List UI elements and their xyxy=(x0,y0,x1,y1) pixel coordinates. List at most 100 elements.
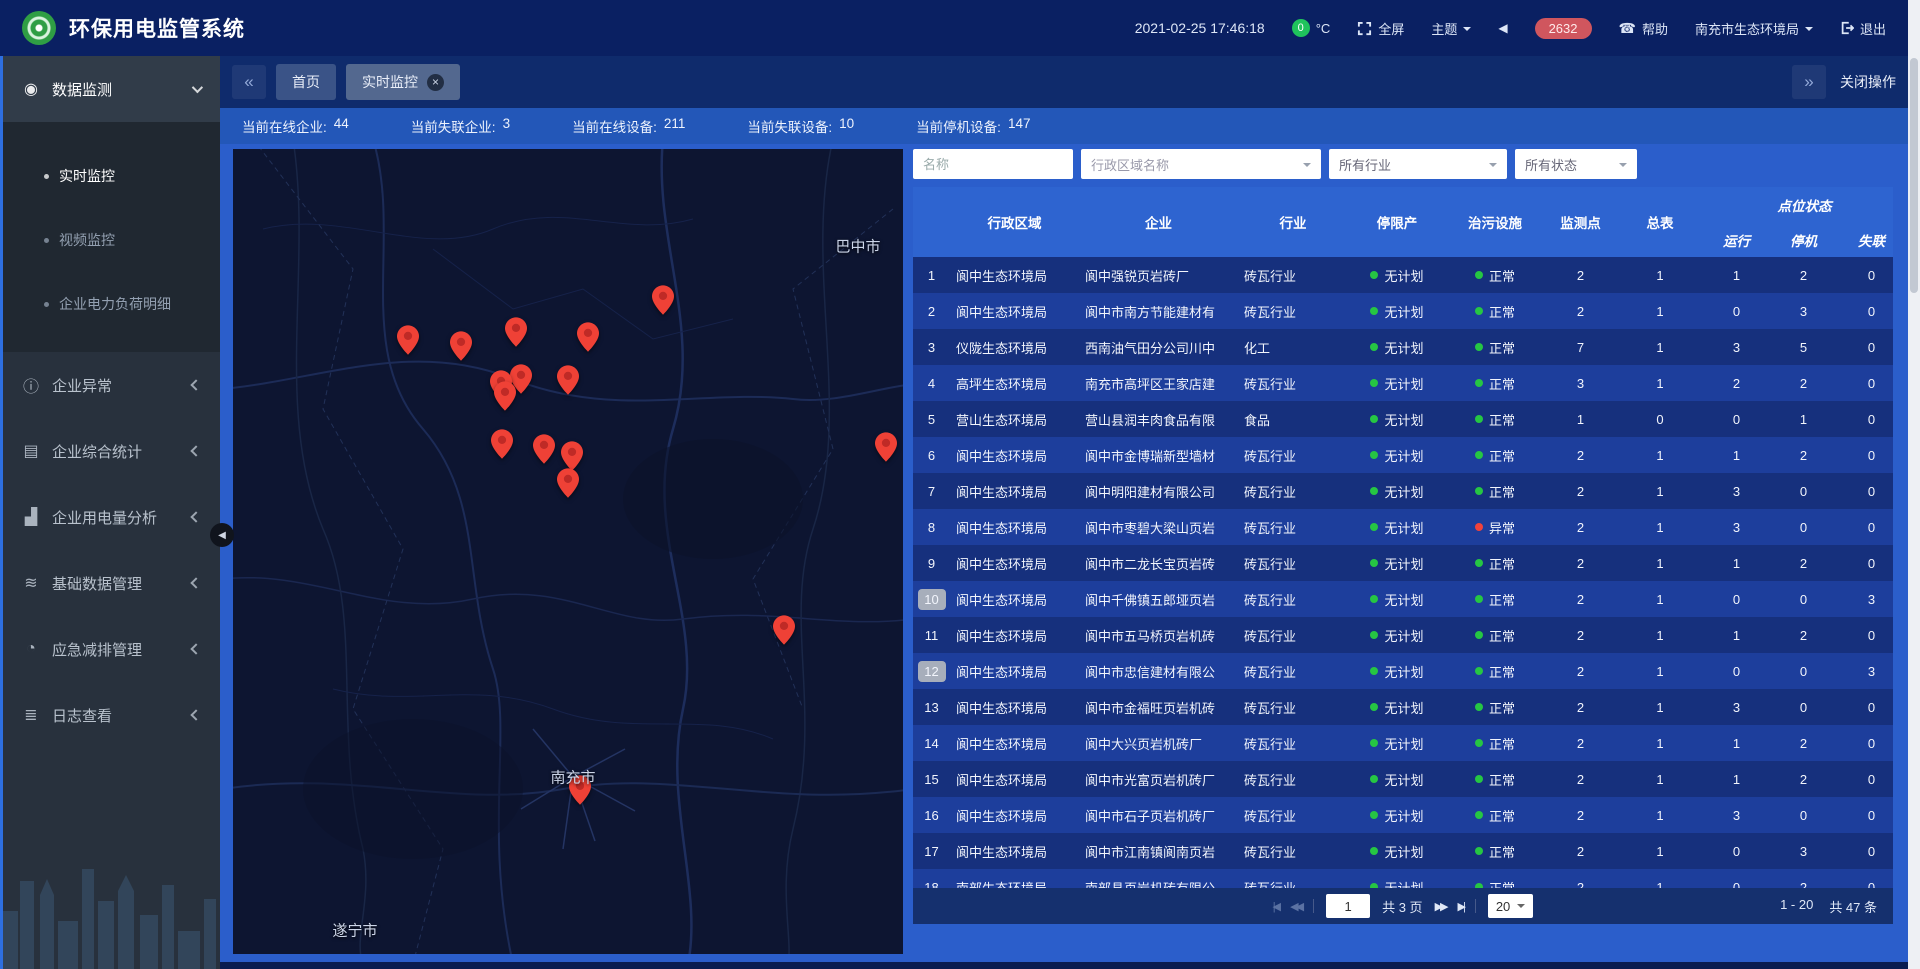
map-pin[interactable] xyxy=(397,325,419,360)
table-row[interactable]: 13 阆中生态环境局 阆中市金福旺页岩机砖 砖瓦行业 无计划 正常 2 1 3 … xyxy=(913,689,1893,725)
cell-meter-count: 0 xyxy=(1656,412,1663,427)
map-pin[interactable] xyxy=(652,285,674,320)
sound-icon[interactable] xyxy=(1498,21,1507,35)
collapse-panel-button[interactable] xyxy=(210,523,234,547)
table-row[interactable]: 1 阆中生态环境局 阆中强锐页岩砖厂 砖瓦行业 无计划 正常 2 1 1 2 0 xyxy=(913,257,1893,293)
region-select[interactable]: 行政区域名称 xyxy=(1081,149,1321,179)
status-dot-icon xyxy=(1475,811,1483,819)
sidebar-item-data-monitoring[interactable]: ◉ 数据监测 xyxy=(0,56,220,122)
sidebar-item-emergency-reduction[interactable]: ◔ 应急减排管理 xyxy=(0,616,220,682)
cell-region: 阆中生态环境局 xyxy=(956,665,1047,680)
cell-meter-count: 1 xyxy=(1656,556,1663,571)
cell-industry: 砖瓦行业 xyxy=(1244,521,1296,536)
info-icon: ⓘ xyxy=(20,373,42,397)
cell-meter-count: 1 xyxy=(1656,484,1663,499)
close-operations-button[interactable]: 关闭操作 xyxy=(1840,72,1896,92)
map-pin[interactable] xyxy=(494,381,516,416)
page-size-select[interactable]: 20 xyxy=(1488,894,1533,918)
map-pin[interactable] xyxy=(557,468,579,503)
chevron-left-icon xyxy=(190,643,201,654)
prev-page-button[interactable]: ◀◀ xyxy=(1290,900,1301,913)
map-canvas[interactable]: 巴中市 南充市 遂宁市 xyxy=(233,149,903,954)
close-tab-icon[interactable] xyxy=(427,74,444,91)
table-row[interactable]: 2 阆中生态环境局 阆中市南方节能建材有 砖瓦行业 无计划 正常 2 1 0 3… xyxy=(913,293,1893,329)
sidebar-item-log-view[interactable]: ≣ 日志查看 xyxy=(0,682,220,748)
map-pin[interactable] xyxy=(533,434,555,469)
table-row[interactable]: 12 阆中生态环境局 阆中市忠信建材有限公 砖瓦行业 无计划 正常 2 1 0 … xyxy=(913,653,1893,689)
sidebar-item-power-load-detail[interactable]: 企业电力负荷明细 xyxy=(0,272,220,336)
stat-item: 当前停机设备: 147 xyxy=(916,116,1030,136)
green-dot-icon xyxy=(1370,379,1378,387)
map-pin[interactable] xyxy=(450,331,472,366)
table-row[interactable]: 10 阆中生态环境局 阆中千佛镇五郎垭页岩 砖瓦行业 无计划 正常 2 1 0 … xyxy=(913,581,1893,617)
map-pin[interactable] xyxy=(577,322,599,357)
sidebar-item-video-monitoring[interactable]: 视频监控 xyxy=(0,208,220,272)
alert-count-badge[interactable]: 2632 xyxy=(1535,18,1592,39)
cell-region: 阆中生态环境局 xyxy=(956,845,1047,860)
table-row[interactable]: 15 阆中生态环境局 阆中市光富页岩机砖厂 砖瓦行业 无计划 正常 2 1 1 … xyxy=(913,761,1893,797)
first-page-button[interactable]: |◀ xyxy=(1273,900,1278,913)
cell-company: 西南油气田分公司川中 xyxy=(1085,341,1215,356)
temperature-unit: °C xyxy=(1316,21,1331,36)
location-pin-icon xyxy=(652,285,674,315)
pagination-summary: 1 - 20 共 47 条 xyxy=(1780,897,1877,916)
cell-lost-count: 0 xyxy=(1868,268,1875,283)
green-dot-icon xyxy=(1370,559,1378,567)
scrollbar[interactable] xyxy=(1908,0,1920,969)
organization-dropdown[interactable]: 南充市生态环境局 xyxy=(1695,19,1813,38)
location-pin-icon xyxy=(505,317,527,347)
table-row[interactable]: 14 阆中生态环境局 阆中大兴页岩机砖厂 砖瓦行业 无计划 正常 2 1 1 2… xyxy=(913,725,1893,761)
table-row[interactable]: 11 阆中生态环境局 阆中市五马桥页岩机砖 砖瓦行业 无计划 正常 2 1 1 … xyxy=(913,617,1893,653)
cell-running-count: 0 xyxy=(1733,844,1740,859)
logout-button[interactable]: 退出 xyxy=(1840,19,1886,38)
map-pin[interactable] xyxy=(491,429,513,464)
cell-industry: 砖瓦行业 xyxy=(1244,881,1296,889)
cell-facility-status: 正常 xyxy=(1475,302,1515,321)
table-row[interactable]: 4 高坪生态环境局 南充市高坪区王家店建 砖瓦行业 无计划 正常 3 1 2 2… xyxy=(913,365,1893,401)
next-page-button[interactable]: ▶▶ xyxy=(1435,900,1446,913)
theme-dropdown[interactable]: 主题 xyxy=(1431,19,1471,38)
cell-production-status: 无计划 xyxy=(1370,878,1423,889)
table-row[interactable]: 9 阆中生态环境局 阆中市二龙长宝页岩砖 砖瓦行业 无计划 正常 2 1 1 2… xyxy=(913,545,1893,581)
tabs-scroll-right-button[interactable]: » xyxy=(1792,65,1826,99)
map-pin[interactable] xyxy=(773,615,795,650)
cell-company: 营山县润丰肉食品有限 xyxy=(1085,413,1215,428)
location-pin-icon xyxy=(397,325,419,355)
scrollbar-thumb[interactable] xyxy=(1910,58,1918,293)
table-row[interactable]: 16 阆中生态环境局 阆中市石子页岩机砖厂 砖瓦行业 无计划 正常 2 1 3 … xyxy=(913,797,1893,833)
table-row[interactable]: 7 阆中生态环境局 阆中明阳建材有限公司 砖瓦行业 无计划 正常 2 1 3 0… xyxy=(913,473,1893,509)
tab-bar: « 首页 实时监控 » 关闭操作 xyxy=(220,56,1908,108)
cell-industry: 砖瓦行业 xyxy=(1244,377,1296,392)
sidebar-item-company-statistics[interactable]: ▤ 企业综合统计 xyxy=(0,418,220,484)
name-search-input[interactable] xyxy=(913,149,1073,179)
region-select-value: 行政区域名称 xyxy=(1091,155,1169,174)
page-number-input[interactable] xyxy=(1326,894,1370,918)
status-select[interactable]: 所有状态 xyxy=(1515,149,1637,179)
table-row[interactable]: 17 阆中生态环境局 阆中市江南镇阆南页岩 砖瓦行业 无计划 正常 2 1 0 … xyxy=(913,833,1893,869)
sidebar-item-basic-data[interactable]: ≋ 基础数据管理 xyxy=(0,550,220,616)
map-pin[interactable] xyxy=(557,365,579,400)
tab-home[interactable]: 首页 xyxy=(276,64,336,100)
table-row[interactable]: 3 仪陇生态环境局 西南油气田分公司川中 化工 无计划 正常 7 1 3 5 0 xyxy=(913,329,1893,365)
cell-production-status: 无计划 xyxy=(1370,266,1423,285)
cell-running-count: 0 xyxy=(1733,880,1740,889)
left-accent-bar xyxy=(0,56,3,969)
tab-realtime-monitoring[interactable]: 实时监控 xyxy=(346,64,460,100)
table-row[interactable]: 8 阆中生态环境局 阆中市枣碧大梁山页岩 砖瓦行业 无计划 异常 2 1 3 0… xyxy=(913,509,1893,545)
sidebar-item-realtime-monitoring[interactable]: 实时监控 xyxy=(0,144,220,208)
last-page-button[interactable]: ▶| xyxy=(1457,900,1462,913)
sidebar-item-power-analysis[interactable]: ▟ 企业用电量分析 xyxy=(0,484,220,550)
table-row[interactable]: 6 阆中生态环境局 阆中市金博瑞新型墙材 砖瓦行业 无计划 正常 2 1 1 2… xyxy=(913,437,1893,473)
sidebar-item-company-abnormal[interactable]: ⓘ 企业异常 xyxy=(0,352,220,418)
fullscreen-button[interactable]: 全屏 xyxy=(1357,19,1404,38)
industry-select[interactable]: 所有行业 xyxy=(1329,149,1507,179)
page-bottom-edge xyxy=(220,962,1908,969)
table-row[interactable]: 5 营山生态环境局 营山县润丰肉食品有限 食品 无计划 正常 1 0 0 1 0 xyxy=(913,401,1893,437)
help-button[interactable]: 帮助 xyxy=(1619,19,1668,38)
map-pin[interactable] xyxy=(875,432,897,467)
table-row[interactable]: 18 南部生态环境局 南部县页岩机砖有限公 砖瓦行业 无计划 正常 2 1 0 … xyxy=(913,869,1893,888)
map-pin[interactable] xyxy=(505,317,527,352)
tabs-scroll-left-button[interactable]: « xyxy=(232,65,266,99)
map-city-label: 南充市 xyxy=(550,767,595,788)
log-icon: ≣ xyxy=(20,705,42,725)
